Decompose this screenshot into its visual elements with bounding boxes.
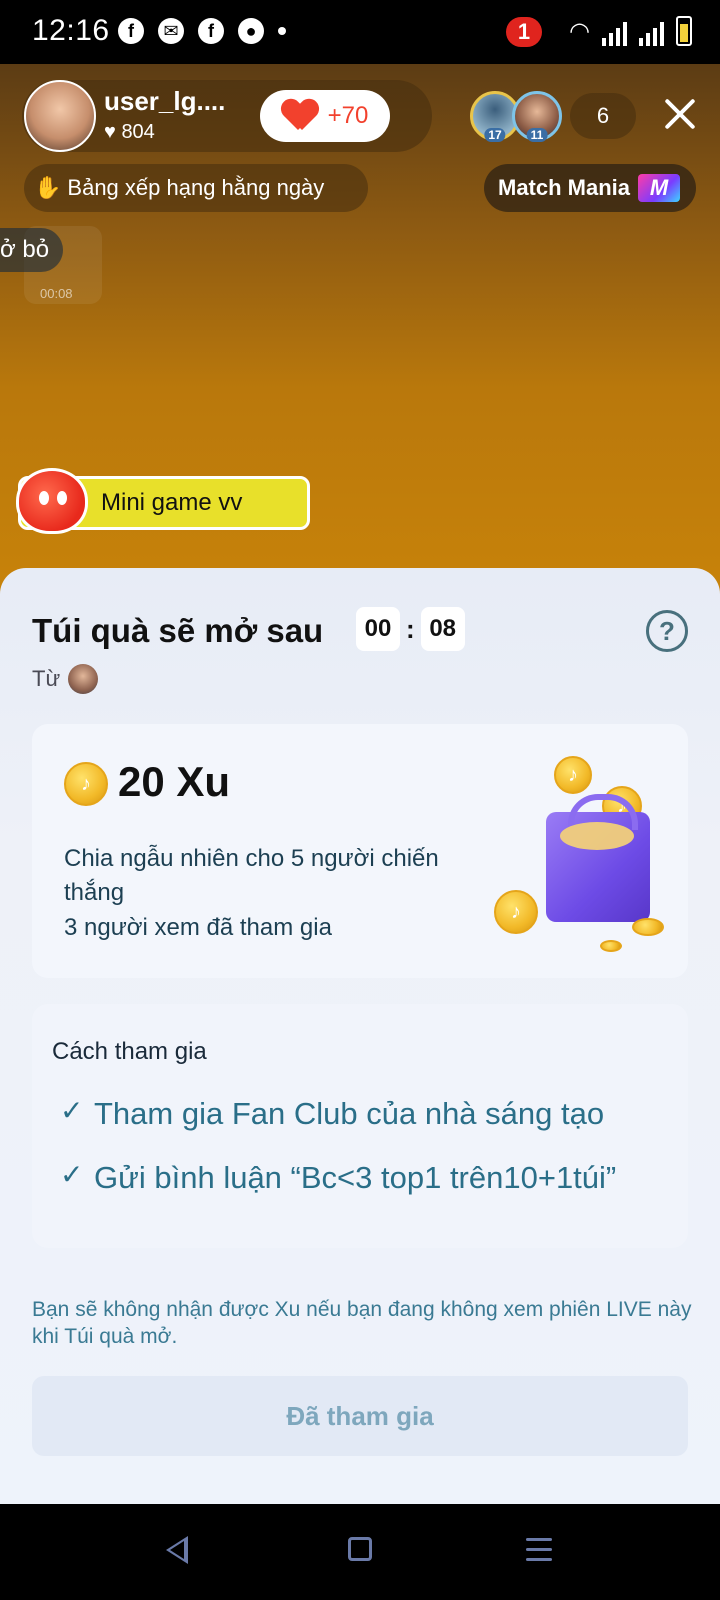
disclaimer-note: Bạn sẽ không nhận được Xu nếu bạn đang k… — [32, 1298, 692, 1348]
participant-count: 3 người xem đã tham gia — [64, 914, 332, 941]
timer-seconds: 08 — [420, 607, 465, 651]
match-mania-button[interactable]: Match Mania M — [484, 164, 696, 212]
signal-icon — [602, 22, 627, 46]
host-name: user_lg.... — [104, 86, 226, 116]
more-notifications-dot — [278, 27, 286, 35]
status-time: 12:16 — [32, 14, 110, 47]
viewer-avatar[interactable]: 11 — [512, 91, 562, 142]
help-icon[interactable]: ? — [646, 610, 688, 652]
coin-icon: ♪ — [64, 762, 108, 806]
battery-icon — [676, 16, 692, 46]
navigation-bar — [0, 1504, 720, 1600]
how-to-join-title: Cách tham gia — [52, 1038, 207, 1065]
requirement-item: ✓ Tham gia Fan Club của nhà sáng tạo — [60, 1094, 654, 1134]
timer-colon: : — [406, 613, 415, 644]
viewer-rank-badge: 17 — [484, 128, 506, 142]
viewer-count[interactable]: 6 — [570, 93, 636, 139]
requirement-item: ✓ Gửi bình luận “Bc<3 top1 trên10+1túi” — [60, 1158, 654, 1198]
back-icon[interactable] — [166, 1536, 188, 1564]
status-app-icons: f ✉ f ● — [118, 18, 286, 44]
match-mania-label: Match Mania — [498, 175, 631, 200]
match-mania-logo: M — [638, 174, 681, 202]
top-viewers[interactable]: 17 11 6 — [470, 91, 636, 142]
host-avatar[interactable] — [24, 80, 96, 152]
daily-ranking-button[interactable]: ✋ Bảng xếp hạng hằng ngày — [24, 164, 368, 212]
coin-icon: ♪ — [494, 890, 538, 934]
coin-icon: ♪ — [554, 756, 592, 794]
chat-bubble-icon: ● — [238, 18, 264, 44]
minigame-label: Mini game vv — [101, 489, 243, 516]
prize-amount: 20 Xu — [118, 758, 231, 805]
menu-icon[interactable] — [526, 1538, 552, 1568]
ribbon-icon — [560, 822, 634, 850]
check-icon: ✓ — [60, 1095, 84, 1126]
follow-label: +70 — [327, 102, 369, 129]
wifi-icon: ◠ — [569, 18, 590, 45]
heart-icon — [282, 100, 318, 132]
joined-button[interactable]: Đã tham gia — [32, 1376, 688, 1456]
host-likes: ♥ 804 — [104, 121, 155, 144]
signal-icon-2 — [639, 22, 664, 46]
from-row: Từ — [32, 664, 99, 694]
check-icon: ✓ — [60, 1159, 84, 1190]
heart-icon: ♥ — [104, 121, 116, 143]
follow-button[interactable]: +70 — [260, 90, 390, 142]
mascot-icon — [16, 468, 88, 534]
facebook-icon: f — [198, 18, 224, 44]
coin-icon — [632, 918, 664, 936]
requirement-text: Tham gia Fan Club của nhà sáng tạo — [94, 1096, 605, 1131]
prize-description: Chia ngẫu nhiên cho 5 người chiến thắng — [64, 845, 439, 906]
status-bar: 12:16 f ✉ f ● 1 ◠ — [0, 0, 720, 64]
facebook-icon: f — [118, 18, 144, 44]
gift-bag-countdown: 00:08 — [40, 286, 73, 301]
system-icons: ◠ — [569, 16, 692, 46]
host-likes-count: 804 — [121, 121, 155, 143]
flame-icon: ✋ — [34, 175, 62, 200]
countdown-timer: 00 : 08 — [356, 607, 465, 651]
comment-text: ở bỏ — [0, 236, 50, 263]
daily-ranking-label: Bảng xếp hạng hằng ngày — [67, 175, 325, 200]
requirement-text: Gửi bình luận “Bc<3 top1 trên10+1túi” — [94, 1160, 617, 1195]
notification-badge: 1 — [506, 17, 542, 47]
close-icon[interactable] — [662, 96, 698, 132]
viewer-rank-badge: 11 — [526, 128, 548, 142]
timer-minutes: 00 — [356, 607, 400, 651]
from-label: Từ — [32, 666, 61, 691]
home-icon[interactable] — [348, 1537, 372, 1561]
sender-avatar — [68, 664, 99, 694]
coin-icon — [600, 940, 622, 952]
messenger-icon: ✉ — [158, 18, 184, 44]
comment-bubble: ở bỏ — [0, 228, 64, 272]
sheet-title: Túi quà sẽ mở sau — [32, 612, 324, 649]
